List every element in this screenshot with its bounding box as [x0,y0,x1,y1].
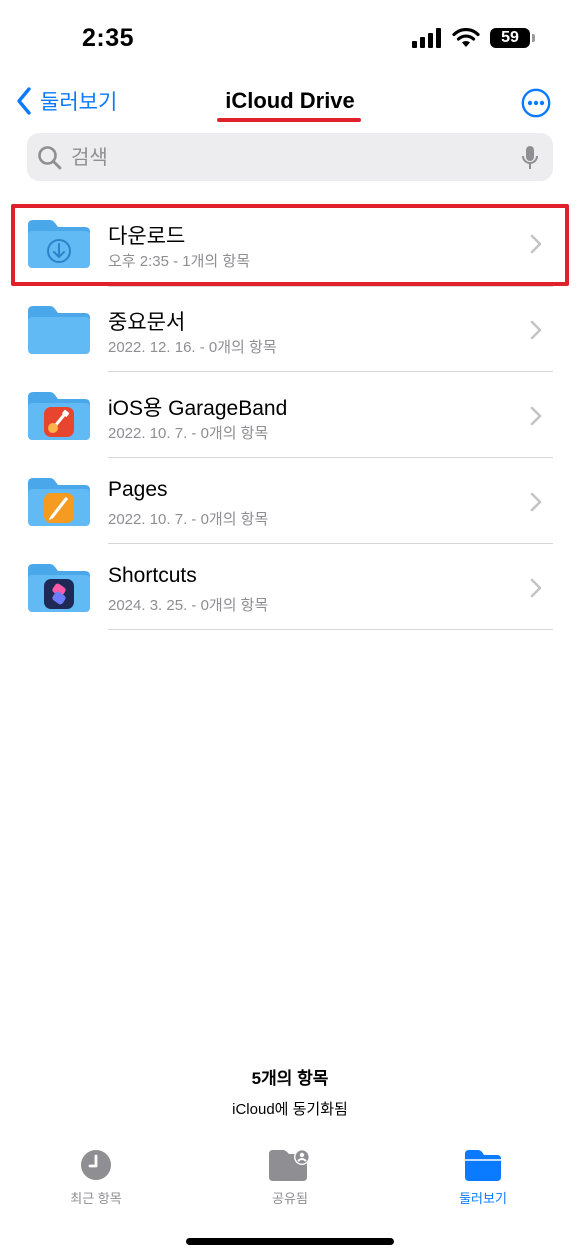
shared-folder-icon [269,1149,310,1181]
tab-recents[interactable]: 최근 항목 [26,1148,166,1207]
sync-status: iCloud에 동기화됨 [232,1101,348,1118]
clock-icon [81,1150,111,1180]
signal-icon [412,28,441,48]
shortcuts-folder-icon [28,564,90,612]
item-meta: 2022. 12. 16. - 0개의 항목 [108,339,277,356]
status-icons: 59 [412,28,535,48]
list-item[interactable]: Pages 2022. 10. 7. - 0개의 항목 [0,458,580,544]
separator [108,629,553,630]
tab-label: 둘러보기 [459,1191,507,1206]
item-meta: 2024. 3. 25. - 0개의 항목 [108,597,269,614]
status-bar: 2:35 59 [0,0,580,80]
tab-label: 공유됨 [272,1191,308,1206]
title-underline-annotation [217,118,361,122]
file-list: 다운로드 오후 2:35 - 1개의 항목 중요문서 2022. 12. 16.… [0,200,580,630]
navigation-bar: 둘러보기 iCloud Drive [0,80,580,130]
item-name: iOS용 GarageBand [108,397,288,420]
home-indicator [186,1238,394,1245]
page-title: iCloud Drive [225,88,355,113]
chevron-right-icon [530,234,542,254]
item-meta: 오후 2:35 - 1개의 항목 [108,253,251,270]
chevron-right-icon [530,578,542,598]
chevron-right-icon [530,320,542,340]
item-meta: 2022. 10. 7. - 0개의 항목 [108,425,269,442]
tab-label: 최근 항목 [70,1191,122,1206]
download-folder-icon [28,220,90,268]
search-bar[interactable] [27,133,553,181]
item-name: 중요문서 [108,311,186,334]
pages-folder-icon [28,478,90,526]
more-options-icon[interactable] [521,88,551,118]
list-item[interactable]: Shortcuts 2024. 3. 25. - 0개의 항목 [0,544,580,630]
list-item[interactable]: iOS용 GarageBand 2022. 10. 7. - 0개의 항목 [0,372,580,458]
item-name: Pages [108,478,168,501]
tab-shared[interactable]: 공유됨 [220,1148,360,1207]
item-count: 5개의 항목 [251,1069,329,1088]
list-item[interactable]: 중요문서 2022. 12. 16. - 0개의 항목 [0,286,580,372]
list-item[interactable]: 다운로드 오후 2:35 - 1개의 항목 [0,200,580,286]
item-name: Shortcuts [108,564,197,587]
item-name: 다운로드 [108,225,186,248]
battery-icon: 59 [490,28,535,48]
search-icon [38,146,62,170]
chevron-right-icon [530,406,542,426]
separator [108,286,553,287]
item-meta: 2022. 10. 7. - 0개의 항목 [108,511,269,528]
tab-browse[interactable]: 둘러보기 [413,1148,553,1207]
garageband-folder-icon [28,392,90,440]
chevron-right-icon [530,492,542,512]
microphone-icon[interactable] [521,145,539,171]
battery-level: 59 [501,29,519,46]
folder-icon [28,306,90,354]
wifi-icon [452,28,480,47]
status-time: 2:35 [82,24,135,52]
browse-folder-icon [465,1150,501,1181]
search-input[interactable] [69,141,513,175]
tab-bar: 최근 항목 공유됨 둘러보기 [0,1148,580,1218]
